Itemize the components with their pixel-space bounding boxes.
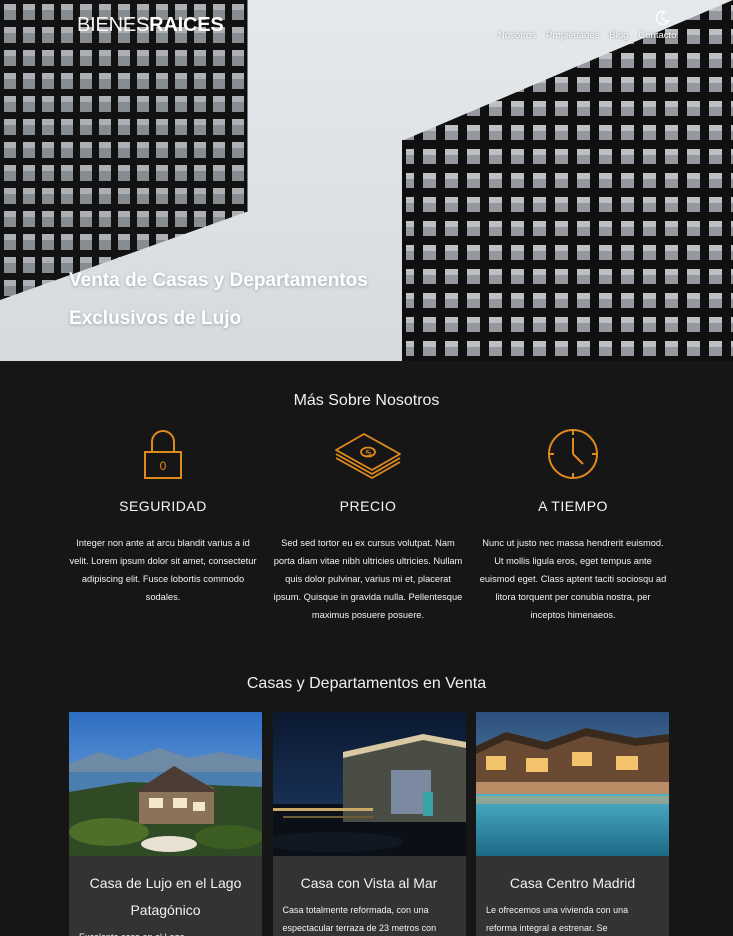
clock-icon — [548, 429, 598, 479]
lock-icon: 0 — [144, 430, 182, 479]
feature-precio: $ PRECIO Sed sed tortor eu ex cursus vol… — [273, 428, 463, 624]
moon-icon — [655, 10, 670, 25]
listing-card[interactable]: Casa Centro Madrid Le ofrecemos una vivi… — [476, 712, 669, 936]
feature-text: Integer non ante at arcu blandit varius … — [69, 538, 257, 602]
listing-image-madrid[interactable] — [476, 712, 669, 856]
listing-description: Le ofrecemos una vivienda con una reform… — [486, 905, 629, 933]
main-nav: Nosotros Propiedades Blog Contacto — [498, 30, 676, 41]
site-logo[interactable]: BIENESRAICES — [77, 14, 224, 37]
listings-section-title: Casas y Departamentos en Venta — [246, 675, 487, 692]
features-list: 0 SEGURIDAD Integer non ante at arcu bla… — [68, 428, 668, 624]
listing-title[interactable]: Casa con Vista al Mar — [273, 870, 466, 897]
listing-card[interactable]: Casa con Vista al Mar Casa totalmente re… — [272, 712, 466, 936]
hero-title: Venta de Casas y Departamentos Exclusivo… — [69, 270, 368, 329]
listings-grid: Casa de Lujo en el Lago Patagónico Excel… — [69, 712, 669, 936]
feature-text: Sed sed tortor eu ex cursus volutpat. Na… — [273, 538, 463, 620]
feature-text: Nunc ut justo nec massa hendrerit euismo… — [479, 538, 667, 620]
feature-title: SEGURIDAD — [119, 498, 207, 514]
hero-section: BIENESRAICES Nosotros Propiedades Blog C… — [0, 0, 733, 361]
nav-link-propiedades[interactable]: Propiedades — [546, 30, 599, 41]
listing-title[interactable]: Casa de Lujo en el Lago Patagónico — [69, 870, 262, 924]
feature-a-tiempo: A TIEMPO Nunc ut justo nec massa hendrer… — [478, 428, 668, 624]
listing-image-lake-house[interactable] — [69, 712, 262, 856]
feature-seguridad: 0 SEGURIDAD Integer non ante at arcu bla… — [68, 428, 258, 624]
dark-mode-toggle[interactable] — [654, 10, 670, 26]
nav-link-nosotros[interactable]: Nosotros — [498, 30, 536, 41]
listing-card[interactable]: Casa de Lujo en el Lago Patagónico Excel… — [69, 712, 262, 936]
feature-title: A TIEMPO — [538, 498, 608, 514]
listing-image-sea-view[interactable] — [272, 712, 466, 856]
listing-description: Casa totalmente reformada, con una espec… — [282, 905, 437, 933]
nav-link-contacto[interactable]: Contacto — [638, 30, 676, 41]
money-stack-icon: $ — [335, 433, 401, 479]
svg-text:0: 0 — [160, 459, 167, 473]
top-navigation-bar: BIENESRAICES Nosotros Propiedades Blog C… — [0, 0, 733, 60]
logo-bold-text: RAICES — [149, 14, 224, 36]
nav-link-blog[interactable]: Blog — [609, 30, 628, 41]
logo-light-text: BIENES — [77, 14, 150, 36]
about-section-title: Más Sobre Nosotros — [293, 392, 440, 409]
listing-description: Excelente casa en el Lago — [69, 928, 262, 936]
feature-title: PRECIO — [339, 498, 397, 514]
listing-title[interactable]: Casa Centro Madrid — [476, 870, 669, 897]
